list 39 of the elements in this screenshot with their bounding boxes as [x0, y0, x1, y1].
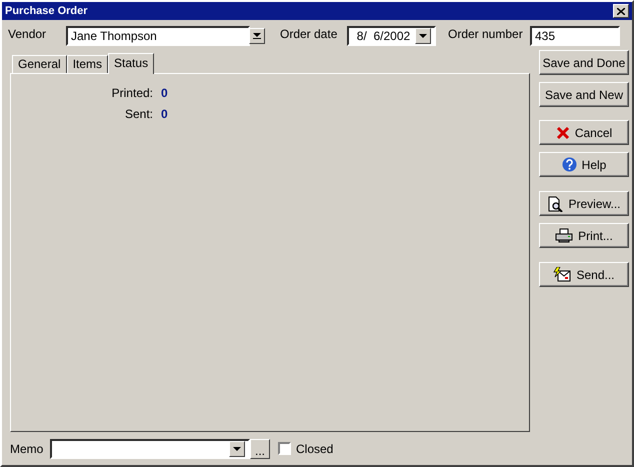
status-value: 0 [161, 86, 169, 102]
close-button[interactable] [613, 4, 629, 18]
order-date-field[interactable]: 8/ 6/2002 [347, 26, 436, 46]
document-magnifier-icon [547, 196, 564, 212]
action-button[interactable]: Help [539, 152, 629, 177]
dropdown-arrow-icon [253, 33, 261, 39]
vendor-dropdown-button[interactable] [249, 28, 265, 44]
order-date-label: Order date [280, 26, 338, 41]
dropdown-arrow-icon [419, 33, 427, 39]
order-number-label: Order number [448, 26, 524, 41]
vendor-label: Vendor [8, 26, 48, 41]
action-button[interactable]: Print... [539, 223, 629, 248]
close-icon [617, 8, 625, 14]
action-button[interactable]: Preview... [539, 191, 629, 216]
action-button[interactable]: Save and New [539, 82, 629, 107]
window-title: Purchase Order [5, 5, 88, 17]
memo-label: Memo [10, 441, 44, 456]
status-label: Sent: [124, 107, 154, 123]
tab[interactable]: Status [108, 53, 154, 74]
closed-label: Closed [296, 442, 334, 456]
browse-button[interactable]: ... [250, 438, 270, 458]
memo-dropdown-button[interactable] [229, 440, 245, 456]
envelope-lightning-icon [553, 267, 572, 282]
help-icon [562, 157, 577, 172]
memo-field[interactable] [50, 438, 250, 458]
cross-icon [556, 126, 570, 140]
status-label: Printed: [110, 86, 154, 102]
action-button[interactable]: Cancel [539, 120, 629, 145]
date-dropdown-button[interactable] [415, 28, 431, 44]
dropdown-arrow-icon [233, 446, 241, 452]
printer-icon [555, 228, 574, 243]
vendor-field[interactable]: Jane Thompson [66, 26, 250, 46]
tab[interactable]: General [12, 55, 67, 73]
order-number-field[interactable]: 435 [530, 26, 620, 46]
status-value: 0 [161, 107, 169, 123]
action-button[interactable]: Save and Done [539, 50, 629, 75]
action-button[interactable]: Send... [539, 262, 629, 287]
closed-checkbox[interactable] [278, 442, 291, 455]
tab[interactable]: Items [66, 55, 108, 73]
